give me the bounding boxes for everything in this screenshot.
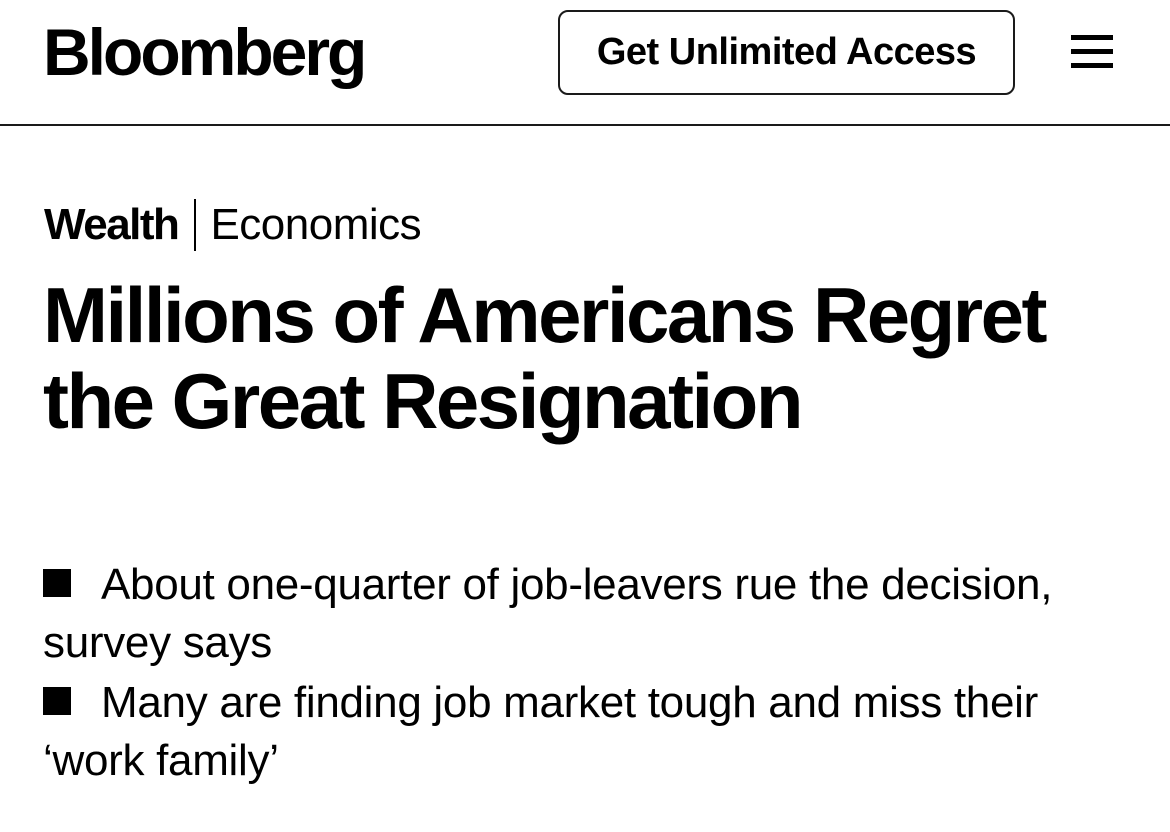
article-headline: Millions of Americans Regret the Great R… (43, 271, 1048, 445)
square-bullet-icon (43, 687, 71, 715)
summary-bullet-text: About one-quarter of job-leavers rue the… (43, 560, 1053, 667)
section-link-economics[interactable]: Economics (210, 198, 421, 252)
summary-bullet: Many are finding job market tough and mi… (43, 674, 1143, 790)
article-kicker: Wealth Economics (44, 198, 422, 252)
get-unlimited-access-button[interactable]: Get Unlimited Access (558, 10, 1015, 95)
hamburger-menu-icon[interactable] (1071, 33, 1113, 71)
bloomberg-logo[interactable]: Bloomberg (43, 14, 367, 90)
kicker-divider (194, 199, 197, 251)
summary-bullet-text: Many are finding job market tough and mi… (43, 678, 1038, 785)
menu-bar (1071, 35, 1113, 40)
section-link-wealth[interactable]: Wealth (44, 198, 180, 252)
square-bullet-icon (43, 569, 71, 597)
menu-bar (1071, 49, 1113, 54)
summary-bullet: About one-quarter of job-leavers rue the… (43, 556, 1143, 672)
site-header: Bloomberg Get Unlimited Access (0, 0, 1170, 126)
article-summary-list: About one-quarter of job-leavers rue the… (43, 556, 1143, 792)
menu-bar (1071, 63, 1113, 68)
